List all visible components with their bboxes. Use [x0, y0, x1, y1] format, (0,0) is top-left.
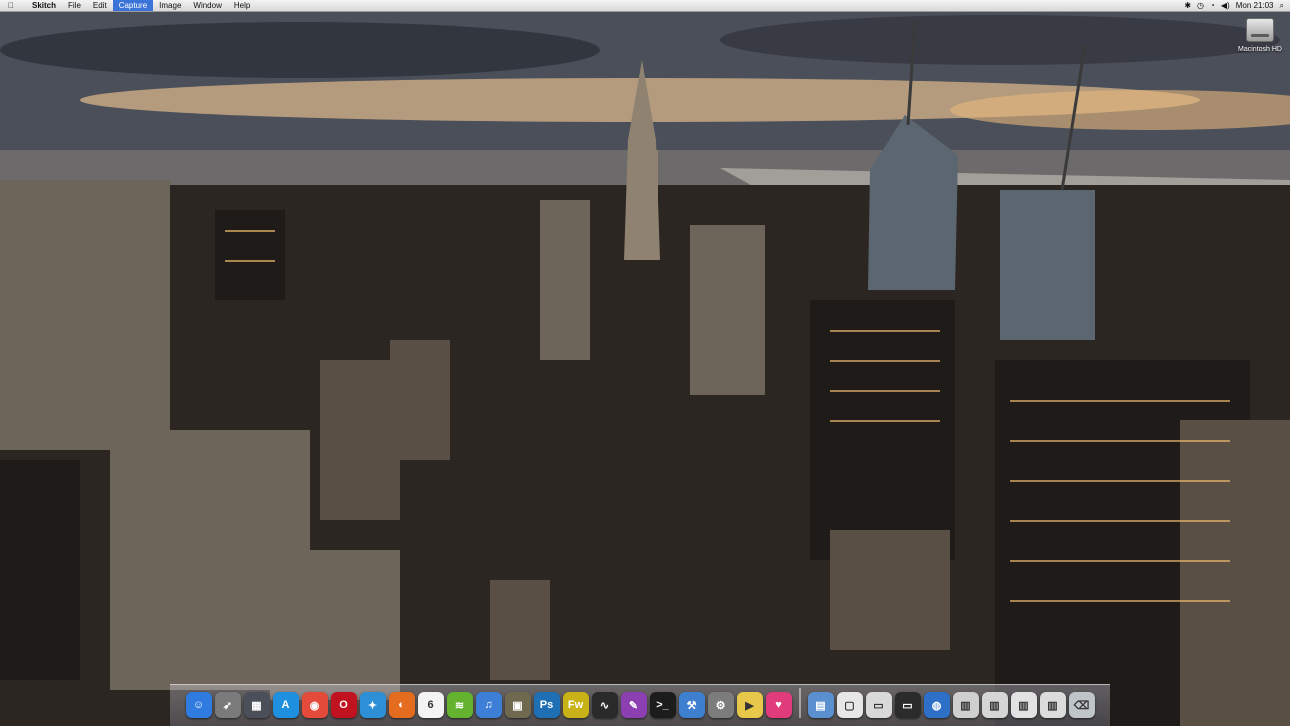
status-area: ✱ ◷ ◔ ◀) Mon 21:03 ⌕ [1184, 0, 1290, 11]
files-stack-icon[interactable]: ▥ [981, 692, 1008, 718]
gear-icon[interactable]: ⚙ [707, 692, 734, 718]
menu-file[interactable]: File [62, 0, 87, 11]
rocket-icon[interactable]: ➶ [214, 692, 241, 718]
heart-icon[interactable]: ♥ [765, 692, 792, 718]
files-stack-icon[interactable]: ▥ [1039, 692, 1066, 718]
pages-icon[interactable]: ✎ [620, 692, 647, 718]
city-skyline-wallpaper [0, 11, 1290, 726]
menu-clock[interactable]: Mon 21:03 [1236, 1, 1274, 10]
menu-app-name[interactable]: Skitch [26, 0, 62, 11]
menu-capture[interactable]: Capture [112, 0, 154, 11]
bluetooth-icon[interactable]: ✱ [1184, 0, 1191, 11]
menu-edit[interactable]: Edit [87, 0, 113, 11]
menu-bar:  Skitch File Edit Capture Image Window … [0, 0, 1290, 12]
itunes-icon[interactable]: ♫ [475, 692, 502, 718]
iphoto-icon[interactable]: ▣ [504, 692, 531, 718]
app-store-icon[interactable]: A [272, 692, 299, 718]
screenshot-stack-icon[interactable]: ▭ [894, 692, 921, 718]
mission-control-icon[interactable]: ▦ [243, 692, 270, 718]
xcode-icon[interactable]: ⚒ [678, 692, 705, 718]
drive-label: Macintosh HD [1238, 46, 1282, 53]
desktop-wallpaper [0, 0, 1290, 726]
menu-image[interactable]: Image [153, 0, 187, 11]
files-stack-icon[interactable]: ▥ [1010, 692, 1037, 718]
opera-icon[interactable]: O [330, 692, 357, 718]
terminal-icon[interactable]: >_ [649, 692, 676, 718]
trash-icon[interactable]: ⌫ [1068, 692, 1095, 718]
calendar-icon[interactable]: 6 [417, 692, 444, 718]
wifi-icon[interactable]: ◔ [1210, 0, 1215, 11]
spotify-icon[interactable]: ≋ [446, 692, 473, 718]
safari-icon[interactable]: ✦ [359, 692, 386, 718]
photoshop-icon[interactable]: Ps [533, 692, 560, 718]
chrome-icon[interactable]: ◉ [301, 692, 328, 718]
documents-stack-icon[interactable]: ▢ [836, 692, 863, 718]
finder-icon[interactable]: ☺ [185, 692, 212, 718]
apple-icon[interactable]:  [8, 0, 18, 11]
volume-icon[interactable]: ◀) [1221, 0, 1230, 11]
truck-icon[interactable]: ▶ [736, 692, 763, 718]
screenshot-stack-icon[interactable]: ▭ [865, 692, 892, 718]
time-machine-icon[interactable]: ◷ [1197, 0, 1204, 11]
dock: ☺ ➶ ▦ A ◉ O ✦ ◐ 6 ≋ ♫ ▣ Ps Fw ∿ ✎ >_ ⚒ ⚙ ▶ ♥ ▤ ▢ ▭ ▭ ◍ ▥ ▥ ▥ ▥ ⌫ [170, 684, 1110, 726]
fireworks-icon[interactable]: Fw [562, 692, 589, 718]
applications-stack-icon[interactable]: ▤ [807, 692, 834, 718]
dock-separator [798, 688, 801, 718]
menu-window[interactable]: Window [187, 0, 227, 11]
macintosh-hd[interactable]: Macintosh HD [1236, 18, 1284, 53]
globe-icon[interactable]: ◍ [923, 692, 950, 718]
files-stack-icon[interactable]: ▥ [952, 692, 979, 718]
firefox-icon[interactable]: ◐ [388, 692, 415, 718]
spotlight-icon[interactable]: ⌕ [1280, 0, 1284, 11]
hard-drive-icon [1246, 18, 1274, 42]
menu-help[interactable]: Help [228, 0, 256, 11]
activity-monitor-icon[interactable]: ∿ [591, 692, 618, 718]
